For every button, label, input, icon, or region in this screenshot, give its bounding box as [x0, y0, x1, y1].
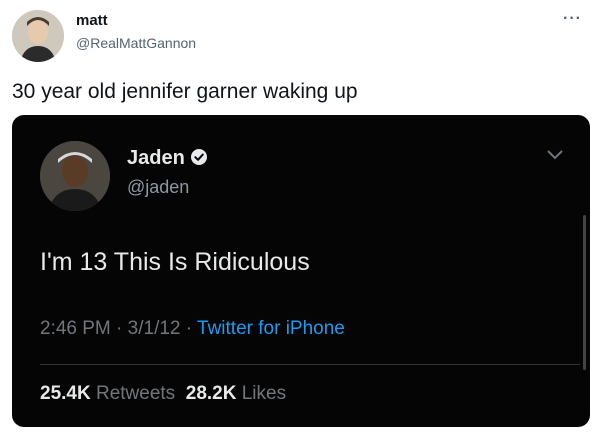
tweet-text: 30 year old jennifer garner waking up: [12, 80, 358, 103]
quoted-tweet-text: I'm 13 This Is Ridiculous: [40, 248, 310, 276]
quoted-avatar[interactable]: [40, 141, 110, 211]
tweet-date[interactable]: 3/1/12: [128, 318, 181, 339]
more-dots-icon[interactable]: ···: [563, 10, 582, 28]
likes-label: Likes: [241, 383, 287, 404]
quoted-display-name[interactable]: Jaden: [127, 147, 207, 170]
tweet-time[interactable]: 2:46 PM: [40, 318, 111, 339]
verified-badge-icon: [190, 149, 207, 165]
meta-separator: ·: [180, 318, 198, 339]
avatar[interactable]: [12, 10, 64, 62]
quoted-handle[interactable]: @jaden: [127, 177, 189, 198]
divider: [40, 364, 580, 365]
likes-count: 28.2K: [185, 383, 237, 404]
tweet-meta: 2:46 PM · 3/1/12 · Twitter for iPhone: [40, 318, 345, 340]
scrollbar[interactable]: [583, 215, 586, 370]
quoted-name-label: Jaden: [127, 147, 185, 169]
tweet-container: matt @RealMattGannon ··· 30 year old jen…: [0, 0, 600, 438]
user-handle[interactable]: @RealMattGannon: [76, 35, 196, 51]
tweet-source-link[interactable]: Twitter for iPhone: [197, 318, 345, 339]
meta-separator: ·: [110, 318, 128, 339]
tweet-stats: 25.4K Retweets 28.2K Likes: [40, 383, 286, 405]
chevron-down-icon[interactable]: [546, 149, 564, 161]
quoted-tweet-card[interactable]: Jaden @jaden I'm 13 This Is Ridiculous 2…: [12, 115, 590, 427]
likes-stat[interactable]: 28.2K Likes: [186, 383, 286, 404]
retweets-label: Retweets: [95, 383, 176, 404]
display-name[interactable]: matt: [76, 12, 108, 29]
retweets-stat[interactable]: 25.4K Retweets: [40, 383, 175, 404]
retweets-count: 25.4K: [40, 383, 91, 404]
